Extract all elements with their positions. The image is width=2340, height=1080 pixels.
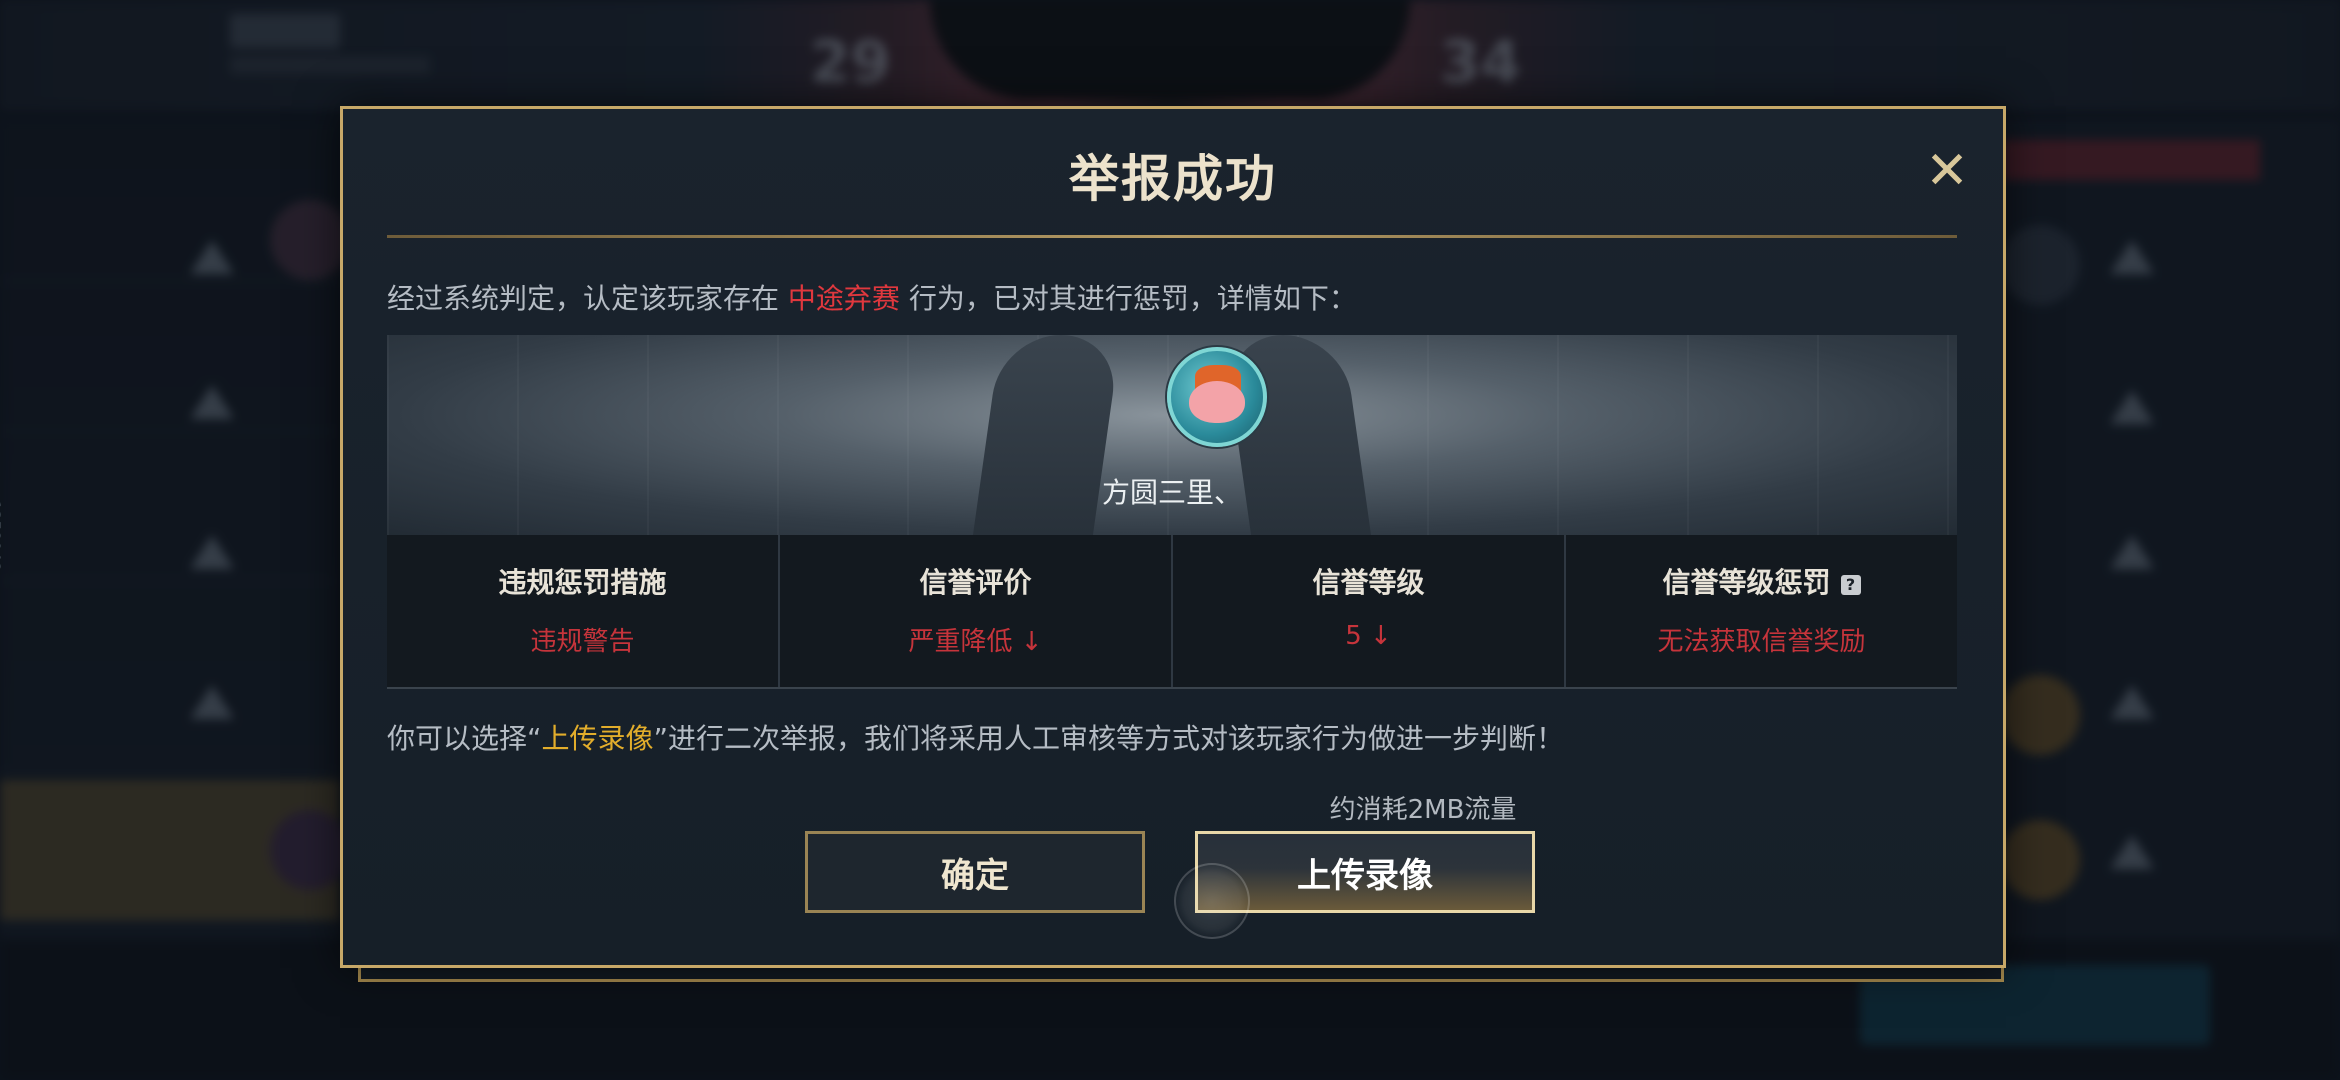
stat-title: 信誉等级惩罚: [1662, 566, 1831, 599]
stat-credit-level: 信誉等级 5 ↓: [1173, 535, 1566, 687]
title-divider: [387, 235, 1957, 238]
traffic-note: 约消耗2MB流量: [1329, 795, 1517, 825]
stat-title-row: 信誉等级惩罚?: [1566, 561, 1957, 601]
second-report-suffix: ”进行二次举报，我们将采用人工审核等方式对该玩家行为做进一步判断！: [653, 722, 1565, 755]
stat-value: 无法获取信誉奖励: [1657, 627, 1866, 657]
report-success-dialog: 举报成功 ✕ 经过系统判定，认定该玩家存在 中途弃赛 行为，已对其进行惩罚，详情…: [340, 106, 2006, 968]
stat-value: 违规警告: [530, 627, 635, 657]
player-avatar: [1167, 347, 1267, 447]
stat-value: 严重降低 ↓: [908, 627, 1043, 657]
verdict-prefix: 经过系统判定，认定该玩家存在: [387, 282, 780, 315]
stat-credit-level-penalty: 信誉等级惩罚? 无法获取信誉奖励: [1566, 535, 1957, 687]
stat-title: 违规惩罚措施: [498, 566, 667, 599]
verdict-suffix: 行为，已对其进行惩罚，详情如下：: [908, 282, 1357, 315]
player-name: 方圆三里、: [1101, 476, 1242, 509]
help-icon[interactable]: ?: [1840, 575, 1861, 595]
side-id-label: 1358048: [0, 500, 4, 572]
stat-credit-rating: 信誉评价 严重降低 ↓: [780, 535, 1173, 687]
close-icon: ✕: [1925, 141, 1969, 201]
stat-title: 信誉评价: [919, 566, 1032, 599]
stat-title: 信誉等级: [1312, 566, 1425, 599]
close-button[interactable]: ✕: [1919, 143, 1975, 199]
verdict-behavior: 中途弃赛: [787, 282, 900, 315]
second-report-text: 你可以选择“上传录像”进行二次举报，我们将采用人工审核等方式对该玩家行为做进一步…: [387, 717, 1564, 757]
second-report-prefix: 你可以选择“: [387, 722, 542, 755]
penalty-stats: 违规惩罚措施 违规警告 信誉评价 严重降低 ↓ 信誉等级 5 ↓ 信誉等级惩罚?…: [387, 535, 1957, 689]
stat-value: 5 ↓: [1345, 621, 1392, 651]
player-banner: 方圆三里、: [387, 335, 1957, 535]
stat-penalty-measure: 违规惩罚措施 违规警告: [387, 535, 780, 687]
avatar-face: [1189, 381, 1245, 423]
confirm-button[interactable]: 确定: [805, 831, 1145, 913]
dialog-title: 举报成功: [1069, 150, 1277, 208]
second-report-highlight: 上传录像: [541, 722, 654, 755]
touch-indicator: [1174, 863, 1250, 939]
verdict-text: 经过系统判定，认定该玩家存在 中途弃赛 行为，已对其进行惩罚，详情如下：: [387, 277, 1357, 317]
